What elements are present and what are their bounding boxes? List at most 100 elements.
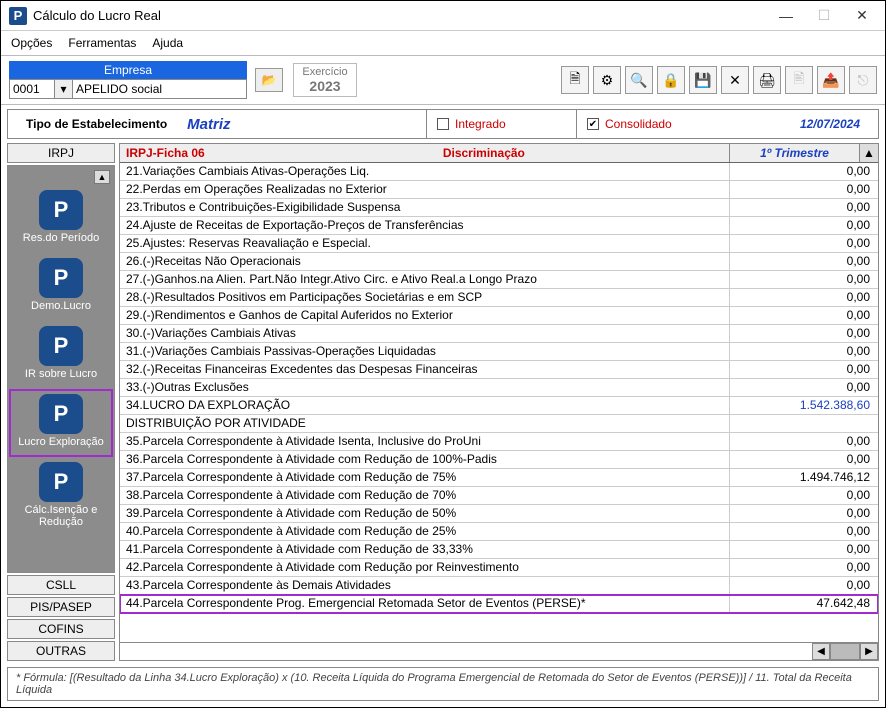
sidebar-item-lucro-exploracao[interactable]: P Lucro Exploração <box>10 390 112 456</box>
table-row[interactable]: 26.(-)Receitas Não Operacionais0,00 <box>120 253 878 271</box>
row-description: 29.(-)Rendimentos e Ganhos de Capital Au… <box>120 307 730 324</box>
main-grid: IRPJ-Ficha 06 Discriminação 1º Trimestre… <box>119 143 879 661</box>
consolidado-checkbox[interactable]: ✔ <box>587 118 599 130</box>
tipo-estabelecimento-value: Matriz <box>187 116 230 133</box>
row-description: 37.Parcela Correspondente à Atividade co… <box>120 469 730 486</box>
row-value: 0,00 <box>730 253 878 270</box>
close-button[interactable]: ✕ <box>843 2 881 30</box>
grid-ficha-label: IRPJ-Ficha 06 <box>126 146 205 160</box>
sidebar-scroll-up[interactable]: ▲ <box>94 170 110 184</box>
empresa-dropdown-button[interactable]: ▾ <box>55 79 73 99</box>
sidebar-nav: ▲ P Res.do Período P Demo.Lucro P IR sob… <box>7 165 115 573</box>
table-row[interactable]: 32.(-)Receitas Financeiras Excedentes da… <box>120 361 878 379</box>
consolidado-label: Consolidado <box>605 117 672 131</box>
titlebar: P Cálculo do Lucro Real — ☐ ✕ <box>1 1 885 31</box>
sidebar-item-label: Demo.Lucro <box>31 300 91 312</box>
integrado-checkbox[interactable] <box>437 118 449 130</box>
toolbar: Empresa ▾ 📂 Exercício 2023 🗎 ⚙ 🔍 🔒 💾 ✕ 🖨… <box>1 55 885 105</box>
row-value: 0,00 <box>730 523 878 540</box>
tb-exit-button[interactable]: ⎋ <box>849 66 877 94</box>
minimize-button[interactable]: — <box>767 2 805 30</box>
empresa-apelido-input[interactable] <box>73 79 247 99</box>
table-row[interactable]: 36.Parcela Correspondente à Atividade co… <box>120 451 878 469</box>
table-row[interactable]: 35.Parcela Correspondente à Atividade Is… <box>120 433 878 451</box>
row-description: 24.Ajuste de Receitas de Exportação-Preç… <box>120 217 730 234</box>
sidebar: IRPJ ▲ P Res.do Período P Demo.Lucro P I… <box>7 143 115 661</box>
sidebar-item-demo-lucro[interactable]: P Demo.Lucro <box>10 254 112 320</box>
row-description: 36.Parcela Correspondente à Atividade co… <box>120 451 730 468</box>
empresa-code-input[interactable] <box>9 79 55 99</box>
table-row[interactable]: 33.(-)Outras Exclusões0,00 <box>120 379 878 397</box>
row-description: 42.Parcela Correspondente à Atividade co… <box>120 559 730 576</box>
tab-pispasep[interactable]: PIS/PASEP <box>7 597 115 617</box>
tab-outras[interactable]: OUTRAS <box>7 641 115 661</box>
table-row[interactable]: 38.Parcela Correspondente à Atividade co… <box>120 487 878 505</box>
table-row[interactable]: 22.Perdas em Operações Realizadas no Ext… <box>120 181 878 199</box>
row-value: 0,00 <box>730 541 878 558</box>
hscroll-left[interactable]: ◀ <box>812 643 830 660</box>
hscroll-right[interactable]: ▶ <box>860 643 878 660</box>
tab-irpj[interactable]: IRPJ <box>7 143 115 163</box>
tb-search-button[interactable]: 🔍 <box>625 66 653 94</box>
consolidado-date: 12/07/2024 <box>800 117 860 131</box>
search-icon: 🔍 <box>630 72 647 89</box>
table-row[interactable]: 34.LUCRO DA EXPLORAÇÃO1.542.388,60 <box>120 397 878 415</box>
menu-opcoes[interactable]: Opções <box>11 36 52 50</box>
table-row[interactable]: 27.(-)Ganhos.na Alien. Part.Não Integr.A… <box>120 271 878 289</box>
row-description: 38.Parcela Correspondente à Atividade co… <box>120 487 730 504</box>
table-row[interactable]: DISTRIBUIÇÃO POR ATIVIDADE <box>120 415 878 433</box>
sidebar-item-calc-isencao[interactable]: P Cálc.Isenção e Redução <box>10 458 112 536</box>
table-row[interactable]: 41.Parcela Correspondente à Atividade co… <box>120 541 878 559</box>
open-folder-button[interactable]: 📂 <box>255 68 283 92</box>
row-description: 26.(-)Receitas Não Operacionais <box>120 253 730 270</box>
tb-print-button[interactable]: 🖨 <box>753 66 781 94</box>
table-row[interactable]: 29.(-)Rendimentos e Ganhos de Capital Au… <box>120 307 878 325</box>
tb-document-button[interactable]: 🗎 <box>561 66 589 94</box>
tb-report-button[interactable]: 🖹 <box>785 66 813 94</box>
table-row[interactable]: 31.(-)Variações Cambiais Passivas-Operaç… <box>120 343 878 361</box>
p-icon: P <box>39 394 83 434</box>
sidebar-item-ir-sobre-lucro[interactable]: P IR sobre Lucro <box>10 322 112 388</box>
row-description: 28.(-)Resultados Positivos em Participaç… <box>120 289 730 306</box>
row-description: 23.Tributos e Contribuições-Exigibilidad… <box>120 199 730 216</box>
sidebar-item-label: Res.do Período <box>23 232 99 244</box>
table-row[interactable]: 28.(-)Resultados Positivos em Participaç… <box>120 289 878 307</box>
row-value: 0,00 <box>730 307 878 324</box>
table-row[interactable]: 30.(-)Variações Cambiais Ativas0,00 <box>120 325 878 343</box>
grid-header: IRPJ-Ficha 06 Discriminação 1º Trimestre… <box>120 144 878 163</box>
maximize-button[interactable]: ☐ <box>805 2 843 30</box>
grid-scroll-up[interactable]: ▲ <box>860 144 878 162</box>
app-window: P Cálculo do Lucro Real — ☐ ✕ Opções Fer… <box>0 0 886 708</box>
tb-save-button[interactable]: 💾 <box>689 66 717 94</box>
tb-delete-button[interactable]: ✕ <box>721 66 749 94</box>
menu-ferramentas[interactable]: Ferramentas <box>68 36 136 50</box>
table-row[interactable]: 39.Parcela Correspondente à Atividade co… <box>120 505 878 523</box>
table-row[interactable]: 44.Parcela Correspondente Prog. Emergenc… <box>120 595 878 613</box>
table-row[interactable]: 23.Tributos e Contribuições-Exigibilidad… <box>120 199 878 217</box>
row-value: 0,00 <box>730 577 878 594</box>
tb-settings-button[interactable]: ⚙ <box>593 66 621 94</box>
sidebar-item-res-periodo[interactable]: P Res.do Período <box>10 186 112 252</box>
grid-col-trimestre[interactable]: 1º Trimestre <box>730 144 860 162</box>
exit-icon: ⎋ <box>857 72 868 89</box>
tb-lock-button[interactable]: 🔒 <box>657 66 685 94</box>
table-row[interactable]: 24.Ajuste de Receitas de Exportação-Preç… <box>120 217 878 235</box>
table-row[interactable]: 42.Parcela Correspondente à Atividade co… <box>120 559 878 577</box>
hscroll-thumb[interactable] <box>830 643 860 660</box>
table-row[interactable]: 40.Parcela Correspondente à Atividade co… <box>120 523 878 541</box>
lock-icon: 🔒 <box>662 72 679 89</box>
p-icon: P <box>39 326 83 366</box>
row-description: DISTRIBUIÇÃO POR ATIVIDADE <box>120 415 730 432</box>
table-row[interactable]: 25.Ajustes: Reservas Reavaliação e Espec… <box>120 235 878 253</box>
table-row[interactable]: 37.Parcela Correspondente à Atividade co… <box>120 469 878 487</box>
table-row[interactable]: 21.Variações Cambiais Ativas-Operações L… <box>120 163 878 181</box>
menu-ajuda[interactable]: Ajuda <box>152 36 183 50</box>
table-row[interactable]: 43.Parcela Correspondente às Demais Ativ… <box>120 577 878 595</box>
tb-export-button[interactable]: 📤 <box>817 66 845 94</box>
row-value: 0,00 <box>730 451 878 468</box>
row-value: 0,00 <box>730 343 878 360</box>
tab-csll[interactable]: CSLL <box>7 575 115 595</box>
tab-cofins[interactable]: COFINS <box>7 619 115 639</box>
row-description: 40.Parcela Correspondente à Atividade co… <box>120 523 730 540</box>
row-description: 41.Parcela Correspondente à Atividade co… <box>120 541 730 558</box>
